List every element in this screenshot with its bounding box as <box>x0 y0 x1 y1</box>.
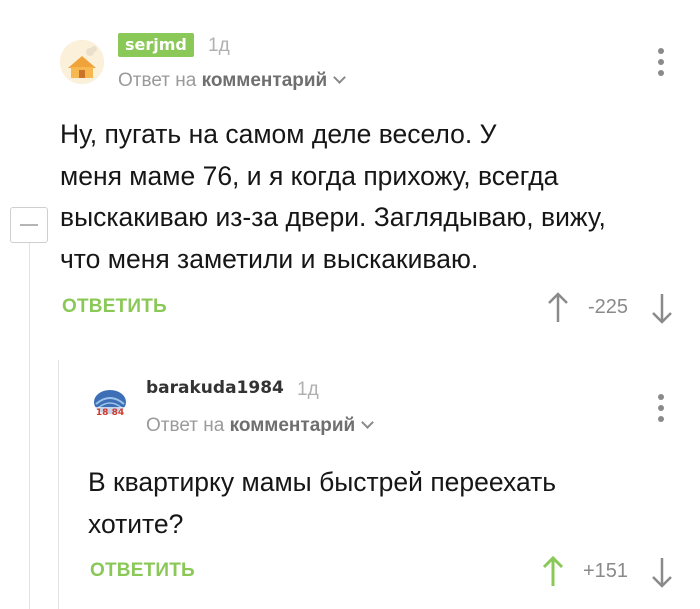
rating: +151 <box>583 560 629 582</box>
reply-to-target: комментарий <box>229 415 356 436</box>
dot-icon <box>658 48 664 54</box>
username[interactable]: serjmd <box>118 33 194 57</box>
arrow-down-icon[interactable] <box>648 554 676 590</box>
comment-line: В квартирку мамы быстрей переехать <box>88 467 557 497</box>
avatar[interactable]: 18 84 <box>88 382 132 426</box>
arrow-up-icon[interactable] <box>544 290 572 326</box>
reply-button[interactable]: ОТВЕТИТЬ <box>90 560 195 582</box>
reply-to-prefix: Ответ на <box>146 415 225 436</box>
chevron-down-icon <box>361 416 375 429</box>
comment-body: В квартирку мамы быстрей переехать хотит… <box>88 462 678 545</box>
reply-to-link[interactable]: Ответ на комментарий <box>118 70 347 92</box>
dot-icon <box>658 59 664 65</box>
comment-line: выскакиваю из-за двери. Заглядываю, вижу… <box>60 202 606 232</box>
house-avatar-icon <box>60 40 104 84</box>
chevron-down-icon <box>333 71 347 84</box>
reply-to-prefix: Ответ на <box>118 70 197 91</box>
thread-line <box>58 360 59 609</box>
dot-icon <box>658 416 664 422</box>
timestamp: 1д <box>297 379 319 400</box>
more-options-button[interactable] <box>656 394 666 422</box>
avatar-text: 18 84 <box>96 408 124 418</box>
arrow-up-icon[interactable] <box>539 554 567 590</box>
reply-to-link[interactable]: Ответ на комментарий <box>146 415 375 437</box>
comment-line: меня маме 76, и я когда прихожу, всегда <box>60 160 559 191</box>
more-options-button[interactable] <box>656 48 666 76</box>
globe-avatar-icon: 18 84 <box>88 382 132 426</box>
dot-icon <box>658 405 664 411</box>
dot-icon <box>658 70 664 76</box>
arrow-down-icon[interactable] <box>648 290 676 326</box>
dot-icon <box>658 394 664 400</box>
reply-to-target: комментарий <box>201 70 328 91</box>
avatar[interactable] <box>60 40 104 84</box>
minus-icon <box>20 224 38 226</box>
comment-thread: serjmd 1д Ответ на комментарий Ну, пугат… <box>0 0 700 609</box>
comment-line: Ну, пугать на самом деле весело. У <box>60 119 497 149</box>
username[interactable]: barakuda1984 <box>146 378 284 398</box>
rating: -225 <box>588 296 629 318</box>
comment-line: что меня заметили и выскакиваю. <box>60 243 479 274</box>
comment-body: Ну, пугать на самом деле весело. У меня … <box>60 114 690 280</box>
reply-button[interactable]: ОТВЕТИТЬ <box>62 296 167 318</box>
thread-line <box>29 224 30 609</box>
timestamp: 1д <box>208 35 230 56</box>
comment-line: хотите? <box>88 508 184 539</box>
collapse-thread-button[interactable] <box>10 207 48 243</box>
